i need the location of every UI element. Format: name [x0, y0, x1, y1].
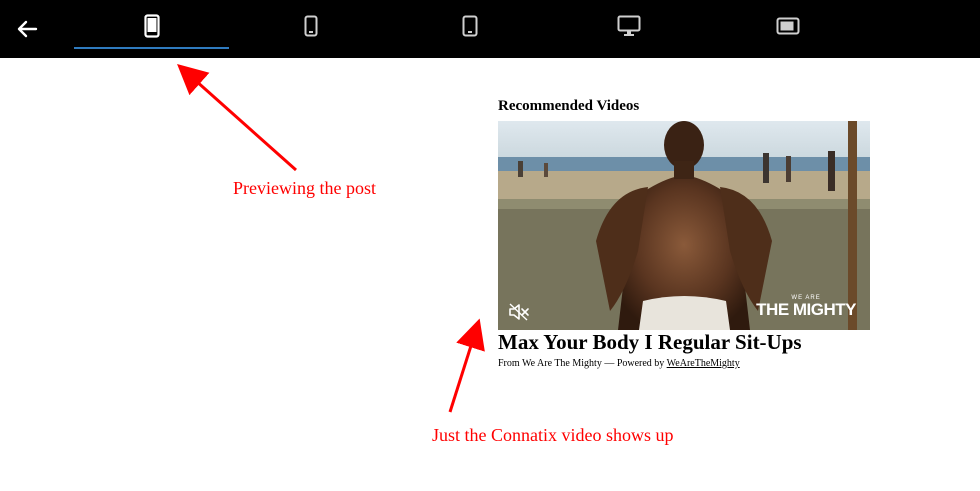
- arrow-to-video: [448, 318, 485, 413]
- annotation-previewing: Previewing the post: [233, 178, 376, 198]
- annotation-connatix: Just the Connatix video shows up: [432, 425, 674, 445]
- arrow-to-preview-tab: [177, 64, 297, 172]
- annotation-arrows: [177, 64, 485, 413]
